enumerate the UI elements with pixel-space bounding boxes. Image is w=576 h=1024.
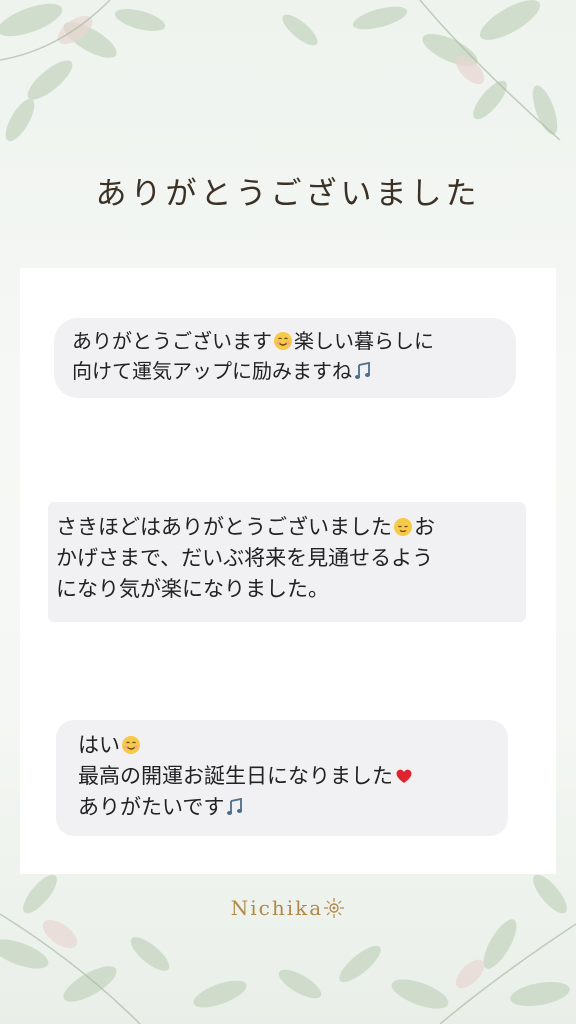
chat-bubble: ありがとうございます 楽しい暮らしに 向けて運気アップに励みますね <box>54 318 516 398</box>
message-text: になり気が楽になりました。 <box>56 577 329 601</box>
message-text: ありがたいです <box>78 795 225 819</box>
message-text: はい <box>78 733 120 757</box>
top-leaf-decoration <box>0 0 561 142</box>
sun-icon <box>324 898 345 918</box>
chat-bubble: はい 最高の開運お誕生日になりました ありがたいです <box>56 720 508 836</box>
message-text: かげさまで、だいぶ将来を見通せるよう <box>56 546 434 570</box>
chat-card: ありがとうございます 楽しい暮らしに 向けて運気アップに励みますね さきほどはあり… <box>20 268 556 874</box>
message-text: ありがとうございます <box>72 329 272 353</box>
message-text: 楽しい暮らしに <box>294 329 434 353</box>
heart-icon <box>396 769 412 783</box>
brand-name: Nichika <box>230 896 324 920</box>
chat-bubble: さきほどはありがとうございましたお かげさまで、だいぶ将来を見通せるよう になり… <box>48 502 526 622</box>
message-text: 向けて運気アップに励みますね <box>72 359 352 383</box>
smiling-face-icon <box>122 736 140 754</box>
page-title: ありがとうございました <box>95 176 481 212</box>
brand-signature: Nichika <box>0 896 576 920</box>
smiling-face-icon <box>274 332 292 350</box>
message-text: お <box>414 515 435 539</box>
music-note-icon <box>355 361 370 379</box>
message-text: 最高の開運お誕生日になりました <box>78 764 393 788</box>
message-text: さきほどはありがとうございました <box>56 515 392 539</box>
music-note-icon <box>227 797 243 815</box>
relieved-face-icon <box>394 518 412 536</box>
